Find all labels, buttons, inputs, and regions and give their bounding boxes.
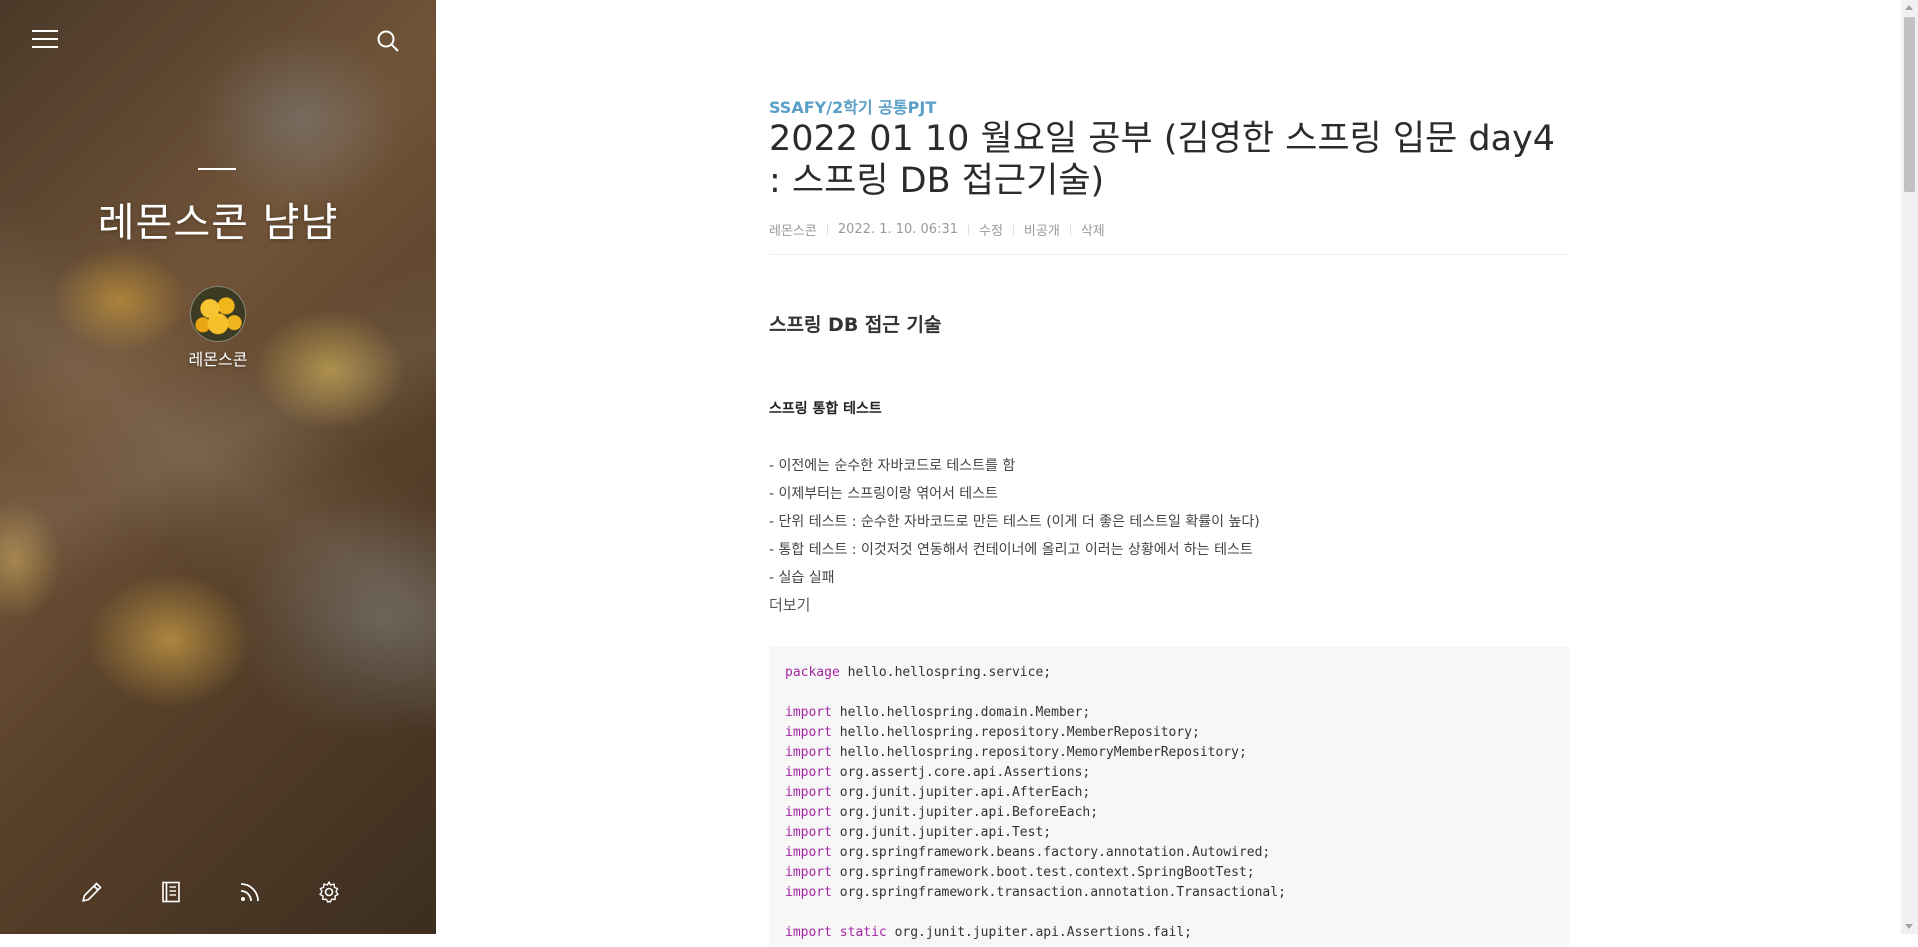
visibility-link[interactable]: 비공개 (1024, 220, 1060, 239)
bullet-list: - 이전에는 순수한 자바코드로 테스트를 함 - 이제부터는 스프링이랑 엮어… (769, 452, 1260, 592)
avatar[interactable] (190, 286, 246, 342)
delete-link[interactable]: 삭제 (1081, 220, 1105, 239)
sub-heading: 스프링 통합 테스트 (769, 401, 882, 417)
code-line: import hello.hellospring.domain.Member; (785, 705, 1091, 720)
code-line: import hello.hellospring.repository.Memo… (785, 745, 1247, 760)
meta-separator (1012, 224, 1014, 235)
post-title: 2022 01 10 월요일 공부 (김영한 스프링 입문 day4 : 스프링… (769, 119, 1556, 201)
code-block: package hello.hellospring.service; impor… (769, 647, 1569, 947)
post-meta: 레몬스콘 2022. 1. 10. 06:31 수정 비공개 삭제 (769, 220, 1105, 239)
code-line: import org.junit.jupiter.api.BeforeEach; (785, 805, 1099, 820)
sidebar-bottom-toolbar (80, 880, 341, 904)
section-heading: 스프링 DB 접근 기술 (769, 314, 942, 336)
rss-icon[interactable] (238, 880, 262, 904)
scroll-up-arrow-icon[interactable] (1905, 5, 1913, 10)
search-icon[interactable] (376, 29, 400, 53)
scroll-thumb[interactable] (1904, 17, 1915, 192)
edit-link[interactable]: 수정 (979, 220, 1003, 239)
code-line: package hello.hellospring.service; (785, 665, 1052, 680)
notebook-icon[interactable] (159, 880, 183, 904)
post-category[interactable]: SSAFY/2학기 공통PJT (769, 94, 936, 118)
code-line: import org.springframework.boot.test.con… (785, 865, 1255, 880)
list-item: - 이전에는 순수한 자바코드로 테스트를 함 (769, 458, 1016, 474)
code-line: import org.assertj.core.api.Assertions; (785, 765, 1091, 780)
meta-separator (1069, 224, 1071, 235)
list-item: - 통합 테스트 : 이것저것 연동해서 컨테이너에 올리고 이러는 상황에서 … (769, 542, 1253, 558)
meta-separator (968, 224, 969, 235)
blog-title-rule (198, 168, 236, 170)
code-line: import static org.junit.jupiter.api.Asse… (785, 925, 1192, 940)
blog-title[interactable]: 레몬스콘 냠냠 (0, 190, 436, 248)
code-line: import org.junit.jupiter.api.AfterEach; (785, 785, 1091, 800)
list-item: - 단위 테스트 : 순수한 자바코드로 만든 테스트 (이게 더 좋은 테스트… (769, 514, 1260, 530)
list-item: - 실습 실패 (769, 570, 835, 586)
code-line: import org.springframework.beans.factory… (785, 845, 1271, 860)
code-line: import org.junit.jupiter.api.Test; (785, 825, 1052, 840)
page-scrollbar[interactable] (1901, 0, 1918, 934)
sidebar: 레몬스콘 냠냠 레몬스콘 (0, 0, 436, 934)
code-line: import hello.hellospring.repository.Memb… (785, 725, 1200, 740)
meta-divider (769, 254, 1569, 255)
gear-icon[interactable] (317, 880, 341, 904)
scroll-down-arrow-icon[interactable] (1905, 924, 1913, 929)
pencil-icon[interactable] (80, 880, 104, 904)
hamburger-icon[interactable] (32, 28, 58, 50)
list-item: - 이제부터는 스프링이랑 엮어서 테스트 (769, 486, 998, 502)
author-name[interactable]: 레몬스콘 (0, 346, 436, 370)
more-toggle[interactable]: 더보기 (769, 594, 810, 615)
meta-date: 2022. 1. 10. 06:31 (837, 222, 958, 237)
meta-author: 레몬스콘 (769, 224, 817, 239)
meta-separator (826, 224, 828, 235)
code-line: import org.springframework.transaction.a… (785, 885, 1286, 900)
